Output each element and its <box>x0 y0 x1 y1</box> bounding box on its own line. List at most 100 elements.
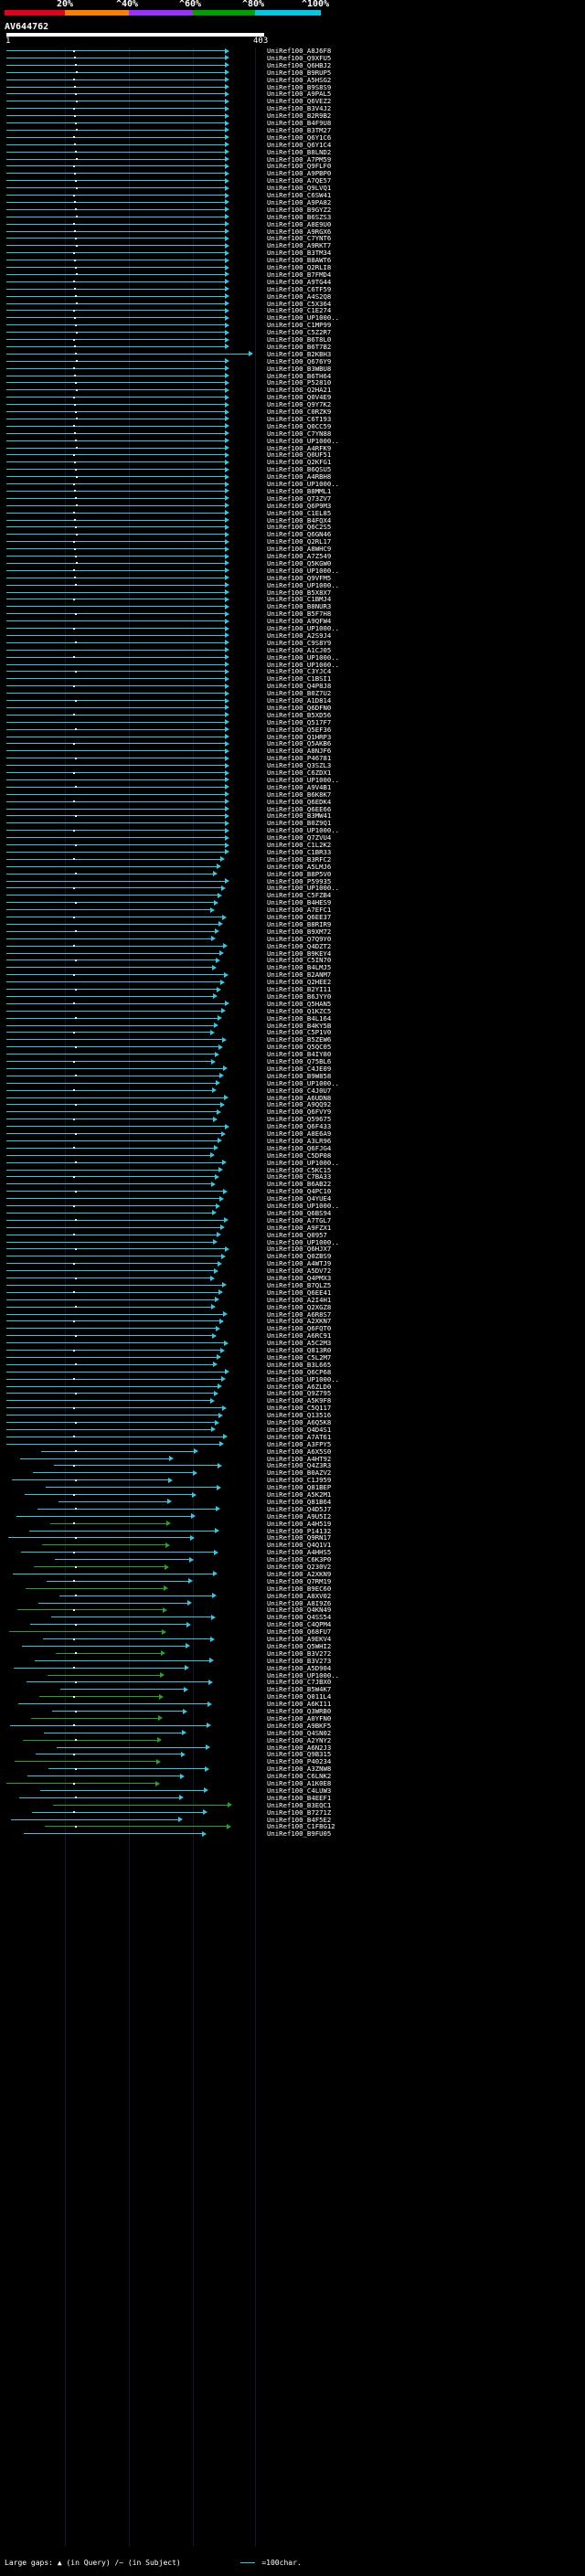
hit-line[interactable] <box>6 591 225 593</box>
hit-line[interactable] <box>6 332 225 334</box>
hit-line[interactable] <box>6 461 225 463</box>
hit-line[interactable] <box>6 288 225 290</box>
hit-line[interactable] <box>6 1248 225 1250</box>
hit-line[interactable] <box>6 483 225 484</box>
hit-line[interactable] <box>6 1350 220 1351</box>
hit-line[interactable] <box>24 1833 202 1835</box>
hit-line[interactable] <box>6 909 210 911</box>
hit-line[interactable] <box>6 1154 210 1156</box>
hit-line[interactable] <box>6 641 225 643</box>
hit-line[interactable] <box>43 1638 210 1639</box>
hit-line[interactable] <box>6 86 225 88</box>
hit-line[interactable] <box>6 873 213 875</box>
hit-line[interactable] <box>6 569 225 571</box>
hit-line[interactable] <box>6 367 225 369</box>
hit-line[interactable] <box>6 656 225 658</box>
hit-line[interactable] <box>39 1696 159 1698</box>
hit-line[interactable] <box>21 1552 214 1553</box>
hit-line[interactable] <box>6 339 225 340</box>
hit-line[interactable] <box>6 108 225 110</box>
hit-line[interactable] <box>6 945 223 947</box>
hit-line[interactable] <box>6 1118 213 1120</box>
hit-line[interactable] <box>6 115 225 117</box>
hit-line[interactable] <box>41 1450 194 1452</box>
hit-line[interactable] <box>6 1002 225 1004</box>
hit-line[interactable] <box>6 865 217 867</box>
hit-line[interactable] <box>6 895 218 896</box>
hit-line[interactable] <box>6 786 225 788</box>
hit-line[interactable] <box>6 1299 215 1300</box>
hit-line[interactable] <box>6 1140 218 1141</box>
hit-line[interactable] <box>6 208 225 210</box>
hit-line[interactable] <box>6 230 225 232</box>
hit-line[interactable] <box>6 353 249 355</box>
hit-line[interactable] <box>6 454 225 456</box>
hit-line[interactable] <box>6 634 225 636</box>
hit-line[interactable] <box>6 1400 210 1402</box>
hit-line[interactable] <box>6 1061 211 1062</box>
hit-line[interactable] <box>6 772 225 773</box>
hit-line[interactable] <box>6 1428 211 1430</box>
hit-line[interactable] <box>34 1566 165 1567</box>
hit-line[interactable] <box>6 887 221 889</box>
hit-line[interactable] <box>6 252 225 254</box>
hit-line[interactable] <box>6 469 225 471</box>
hit-line[interactable] <box>26 1587 164 1589</box>
hit-line[interactable] <box>6 1024 214 1026</box>
hit-line[interactable] <box>52 1711 183 1712</box>
hit-line[interactable] <box>6 989 217 990</box>
hit-line[interactable] <box>37 1508 216 1510</box>
hit-line[interactable] <box>6 1378 221 1380</box>
hit-line[interactable] <box>6 1111 217 1113</box>
hit-line[interactable] <box>6 837 225 839</box>
hit-line[interactable] <box>6 411 225 412</box>
hit-line[interactable] <box>25 1494 192 1495</box>
hit-line[interactable] <box>6 1176 215 1178</box>
hit-line[interactable] <box>55 1559 189 1561</box>
hit-line[interactable] <box>6 490 225 492</box>
hit-line[interactable] <box>6 273 225 275</box>
hit-line[interactable] <box>6 534 225 535</box>
hit-line[interactable] <box>38 1602 187 1604</box>
hit-line[interactable] <box>6 1320 219 1322</box>
hit-line[interactable] <box>6 50 225 51</box>
hit-line[interactable] <box>6 143 225 145</box>
hit-line[interactable] <box>6 858 220 860</box>
hit-line[interactable] <box>6 1082 216 1084</box>
hit-line[interactable] <box>6 223 225 225</box>
hit-line[interactable] <box>9 1631 162 1633</box>
hit-line[interactable] <box>6 1104 220 1106</box>
hit-line[interactable] <box>27 1681 208 1683</box>
hit-line[interactable] <box>6 1054 215 1055</box>
hit-line[interactable] <box>33 1472 193 1474</box>
hit-line[interactable] <box>23 1739 157 1741</box>
hit-line[interactable] <box>60 1689 184 1691</box>
hit-line[interactable] <box>6 1306 211 1308</box>
hit-line[interactable] <box>6 158 225 160</box>
hit-line[interactable] <box>6 1212 212 1214</box>
hit-line[interactable] <box>6 281 225 282</box>
hit-line[interactable] <box>40 1789 204 1791</box>
hit-line[interactable] <box>6 512 225 514</box>
hit-line[interactable] <box>6 1147 214 1149</box>
hit-line[interactable] <box>6 1169 218 1171</box>
hit-line[interactable] <box>48 1768 205 1770</box>
hit-line[interactable] <box>6 129 225 131</box>
hit-line[interactable] <box>6 1277 210 1278</box>
hit-line[interactable] <box>6 1407 222 1409</box>
hit-line[interactable] <box>17 1609 163 1611</box>
hit-line[interactable] <box>6 324 225 326</box>
hit-line[interactable] <box>32 1811 203 1813</box>
hit-line[interactable] <box>6 497 225 499</box>
hit-line[interactable] <box>6 1089 212 1091</box>
hit-line[interactable] <box>6 397 225 398</box>
hit-line[interactable] <box>6 628 225 629</box>
hit-line[interactable] <box>53 1804 228 1806</box>
hit-line[interactable] <box>6 743 225 745</box>
hit-line[interactable] <box>6 1356 217 1358</box>
hit-line[interactable] <box>6 440 225 441</box>
hit-line[interactable] <box>18 1703 207 1705</box>
hit-line[interactable] <box>6 1443 219 1445</box>
hit-line[interactable] <box>6 360 225 362</box>
hit-line[interactable] <box>48 1674 160 1676</box>
